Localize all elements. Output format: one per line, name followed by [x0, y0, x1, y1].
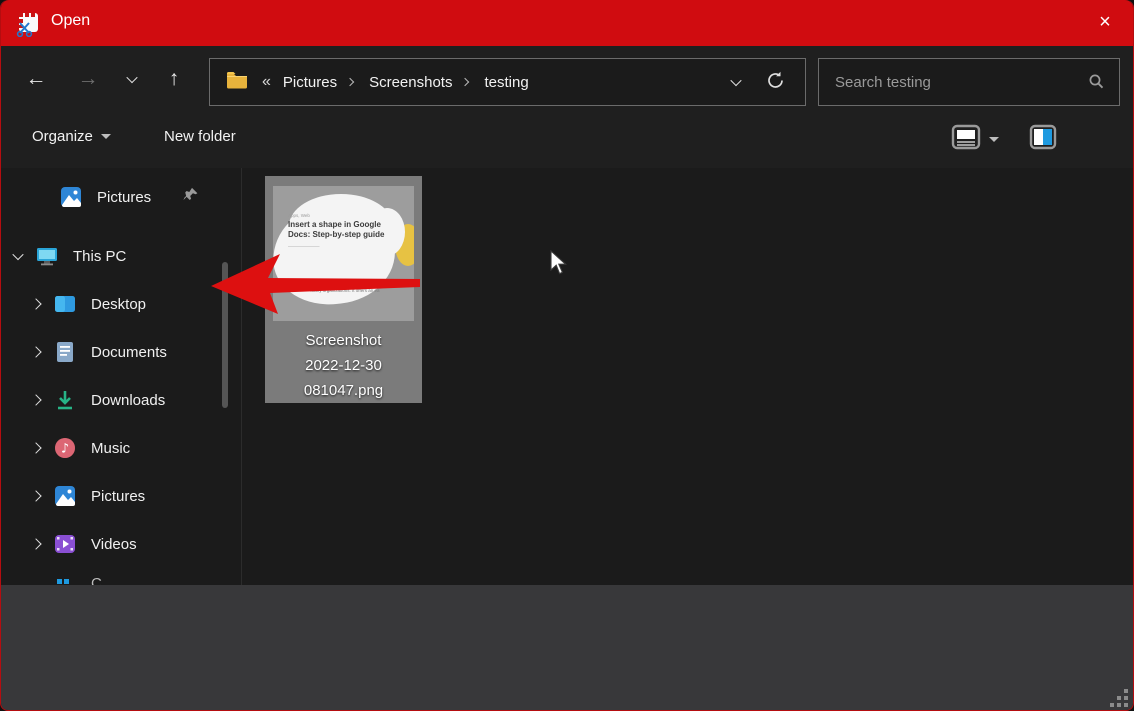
- views-button[interactable]: [951, 124, 999, 154]
- sidebar-item-videos[interactable]: Videos: [1, 526, 239, 562]
- breadcrumb-screenshots[interactable]: Screenshots: [363, 74, 458, 91]
- sidebar-item-label: C: [91, 575, 102, 586]
- refresh-icon[interactable]: [766, 71, 785, 94]
- sidebar-item-label: Videos: [91, 536, 137, 553]
- thumbnail-title-text: Insert a shape in Google Docs: Step-by-s…: [288, 220, 390, 240]
- pictures-icon: [53, 484, 77, 508]
- breadcrumb-overflow[interactable]: «: [262, 73, 271, 91]
- collapsed-chevron-icon[interactable]: [30, 394, 41, 405]
- sidebar-item-label: Documents: [91, 344, 167, 361]
- preview-pane-icon: [1029, 124, 1057, 154]
- breadcrumb-separator-icon: [461, 78, 469, 86]
- file-name-caption: Screenshot 2022-12-30 081047.png: [265, 328, 422, 403]
- sidebar-item-music[interactable]: ♪ Music: [1, 430, 239, 466]
- sidebar-item-label: Pictures: [91, 488, 145, 505]
- breadcrumb-separator-icon: [346, 78, 354, 86]
- search-icon: [1087, 73, 1119, 91]
- views-icon: [951, 124, 981, 154]
- collapsed-chevron-icon[interactable]: [30, 490, 41, 501]
- organize-label: Organize: [32, 128, 93, 145]
- pictures-icon: [59, 185, 83, 209]
- documents-icon: [53, 340, 77, 364]
- sidebar-item-downloads[interactable]: Downloads: [1, 382, 239, 418]
- thumbnail-body-text: Google Docs has been the goto word proce…: [291, 282, 399, 294]
- views-caret-icon: [989, 137, 999, 142]
- file-item-selected[interactable]: Apps, Web Insert a shape in Google Docs:…: [265, 176, 422, 403]
- sidebar-item-pictures-pinned[interactable]: Pictures: [1, 179, 239, 215]
- address-dropdown-icon[interactable]: [730, 75, 741, 86]
- thumbnail-date-line: ―――――――: [288, 244, 388, 249]
- forward-icon: →: [78, 67, 99, 91]
- search-box[interactable]: [818, 58, 1120, 106]
- resize-grip[interactable]: [1110, 689, 1128, 707]
- downloads-icon: [53, 388, 77, 412]
- address-bar[interactable]: « Pictures Screenshots testing: [209, 58, 806, 106]
- pane-divider: [241, 168, 242, 585]
- sidebar-item-clipped-drive[interactable]: C: [1, 571, 239, 585]
- collapsed-chevron-icon[interactable]: [30, 298, 41, 309]
- sidebar-item-label: Pictures: [97, 189, 151, 206]
- pin-icon: [183, 187, 199, 207]
- music-icon: ♪: [53, 436, 77, 460]
- collapsed-chevron-icon[interactable]: [30, 538, 41, 549]
- folder-icon: [226, 71, 248, 93]
- dialog-footer: File name: All files (*.bmp;*.dib;*.gif;…: [1, 585, 1133, 711]
- caret-down-icon: [101, 134, 111, 139]
- svg-text:♪: ♪: [61, 442, 69, 457]
- collapsed-chevron-icon[interactable]: [30, 346, 41, 357]
- back-icon: ←: [26, 67, 47, 91]
- organize-menu[interactable]: Organize: [32, 128, 111, 145]
- chevron-down-icon: [126, 72, 137, 83]
- desktop-icon: [53, 292, 77, 316]
- close-icon: ×: [1099, 11, 1111, 34]
- up-button[interactable]: ↑: [155, 60, 193, 98]
- sidebar-item-this-pc[interactable]: This PC: [1, 238, 239, 274]
- sidebar-item-label: Music: [91, 440, 130, 457]
- dialog-body: Pictures This PC Desktop: [1, 168, 1133, 585]
- close-button[interactable]: ×: [1077, 0, 1133, 44]
- forward-button[interactable]: →: [69, 60, 107, 98]
- collapsed-chevron-icon[interactable]: [30, 442, 41, 453]
- file-thumbnail: Apps, Web Insert a shape in Google Docs:…: [273, 186, 414, 321]
- up-icon: ↑: [169, 67, 180, 91]
- sidebar-item-documents[interactable]: Documents: [1, 334, 239, 370]
- sidebar-item-label: This PC: [73, 248, 126, 265]
- this-pc-icon: [35, 244, 59, 268]
- snipping-app-icon: [14, 9, 42, 37]
- sidebar-item-label: Desktop: [91, 296, 146, 313]
- sidebar-item-label: Downloads: [91, 392, 165, 409]
- title-bar: Open ×: [1, 0, 1133, 46]
- new-folder-button[interactable]: New folder: [164, 128, 236, 145]
- command-toolbar: Organize New folder: [1, 112, 1133, 167]
- search-input[interactable]: [819, 74, 1087, 91]
- preview-pane-button[interactable]: [1029, 124, 1057, 154]
- mouse-cursor: [550, 250, 572, 276]
- thumbnail-meta-text: Apps, Web: [288, 213, 388, 218]
- new-folder-label: New folder: [164, 128, 236, 145]
- windows-drive-icon: [53, 571, 77, 585]
- sidebar-item-pictures[interactable]: Pictures: [1, 478, 239, 514]
- videos-icon: [53, 532, 77, 556]
- expand-chevron-icon[interactable]: [12, 249, 23, 260]
- navigation-bar: ← → ↑ « Pictures Screenshots testing: [1, 46, 1133, 112]
- recent-locations-button[interactable]: [113, 60, 151, 98]
- sidebar-item-desktop[interactable]: Desktop: [1, 286, 239, 322]
- window-title: Open: [51, 12, 90, 30]
- breadcrumb-pictures[interactable]: Pictures: [277, 74, 343, 91]
- breadcrumb-testing[interactable]: testing: [478, 74, 534, 91]
- open-dialog-window: Open × ← → ↑ « Pictures: [0, 0, 1134, 711]
- back-button[interactable]: ←: [17, 60, 55, 98]
